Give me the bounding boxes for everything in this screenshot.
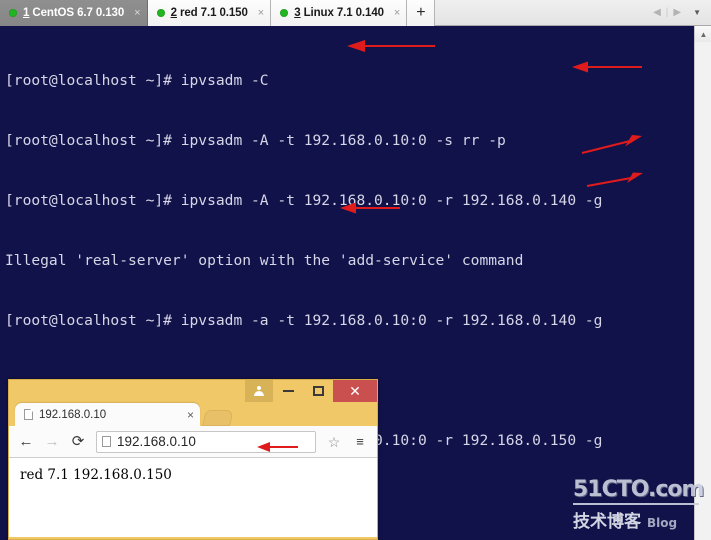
back-button[interactable]: ←	[15, 431, 37, 453]
terminal-tab-1[interactable]: 1 CentOS 6.7 0.130 ×	[0, 0, 148, 26]
screen-root: 1 CentOS 6.7 0.130 × 2 red 7.1 0.150 × 3…	[0, 0, 711, 540]
tab-close-icon[interactable]: ×	[258, 7, 264, 19]
scroll-tabs-right-icon[interactable]: ▶	[671, 7, 683, 18]
scroll-tabs-left-icon[interactable]: ◀	[651, 7, 663, 18]
page-icon	[24, 409, 33, 420]
terminal-line: [root@localhost ~]# ipvsadm -C	[5, 72, 269, 89]
connection-status-dot	[9, 9, 17, 17]
terminal-scrollbar[interactable]: ▲	[694, 26, 711, 540]
browser-new-tab-button[interactable]	[202, 410, 234, 426]
connection-status-dot	[280, 9, 289, 17]
address-bar-value: 192.168.0.10	[117, 434, 196, 449]
new-tab-button[interactable]: +	[407, 0, 436, 26]
tab-index: 3	[294, 7, 301, 19]
tab-label: red 7.1 0.150	[179, 7, 248, 19]
tab-nav-divider: |	[665, 6, 669, 18]
close-button[interactable]: ✕	[333, 380, 377, 402]
hamburger-menu-icon[interactable]: ≡	[349, 431, 371, 453]
terminal-tab-2[interactable]: 2 red 7.1 0.150 ×	[147, 0, 272, 26]
browser-tab-strip: 192.168.0.10 ×	[9, 402, 377, 426]
terminal-tab-bar: 1 CentOS 6.7 0.130 × 2 red 7.1 0.150 × 3…	[0, 0, 711, 26]
browser-tab-title: 192.168.0.10	[39, 408, 107, 421]
scroll-up-icon[interactable]: ▲	[695, 26, 711, 42]
tab-bar-spacer	[435, 0, 652, 25]
terminal-line: [root@localhost ~]# ipvsadm -A -t 192.16…	[5, 192, 603, 209]
address-bar[interactable]: 192.168.0.10	[96, 430, 316, 453]
browser-page-content: red 7.1 192.168.0.150	[9, 458, 377, 537]
browser-tab[interactable]: 192.168.0.10 ×	[15, 403, 200, 426]
maximize-icon	[312, 386, 324, 396]
tab-list-chevron-down-icon[interactable]: ▼	[691, 8, 703, 17]
browser-title-bar[interactable]: ✕	[9, 380, 377, 402]
maximize-button[interactable]	[303, 380, 333, 402]
tab-bar-nav-controls: ◀ | ▶ ▼	[651, 0, 711, 25]
tab-label: Linux 7.1 0.140	[303, 7, 384, 19]
scrollbar-track[interactable]	[695, 42, 711, 540]
terminal-line: Illegal 'real-server' option with the 'a…	[5, 252, 524, 269]
person-glyph	[254, 385, 265, 397]
minimize-icon	[282, 390, 294, 392]
browser-window[interactable]: ✕ 192.168.0.10 × ← → ⟳ 192.168.0.10 ☆ ≡ …	[8, 379, 378, 540]
browser-toolbar: ← → ⟳ 192.168.0.10 ☆ ≡	[9, 426, 377, 458]
connection-status-dot	[156, 9, 165, 17]
tab-close-icon[interactable]: ×	[134, 7, 140, 19]
tab-index: 1	[23, 7, 30, 19]
forward-button[interactable]: →	[41, 431, 63, 453]
reload-button[interactable]: ⟳	[67, 431, 89, 453]
terminal-tab-3[interactable]: 3 Linux 7.1 0.140 ×	[271, 0, 408, 26]
tab-close-icon[interactable]: ×	[394, 7, 400, 19]
terminal-line: [root@localhost ~]# ipvsadm -a -t 192.16…	[5, 312, 603, 329]
page-body-text: red 7.1 192.168.0.150	[20, 467, 172, 483]
page-icon	[102, 436, 111, 447]
bookmark-star-icon[interactable]: ☆	[323, 431, 345, 453]
profile-person-icon[interactable]	[245, 380, 273, 402]
tab-index: 2	[170, 7, 177, 19]
browser-tab-close-icon[interactable]: ×	[187, 408, 194, 422]
minimize-button[interactable]	[273, 380, 303, 402]
terminal-line: [root@localhost ~]# ipvsadm -A -t 192.16…	[5, 132, 506, 149]
tab-label: CentOS 6.7 0.130	[32, 7, 125, 19]
